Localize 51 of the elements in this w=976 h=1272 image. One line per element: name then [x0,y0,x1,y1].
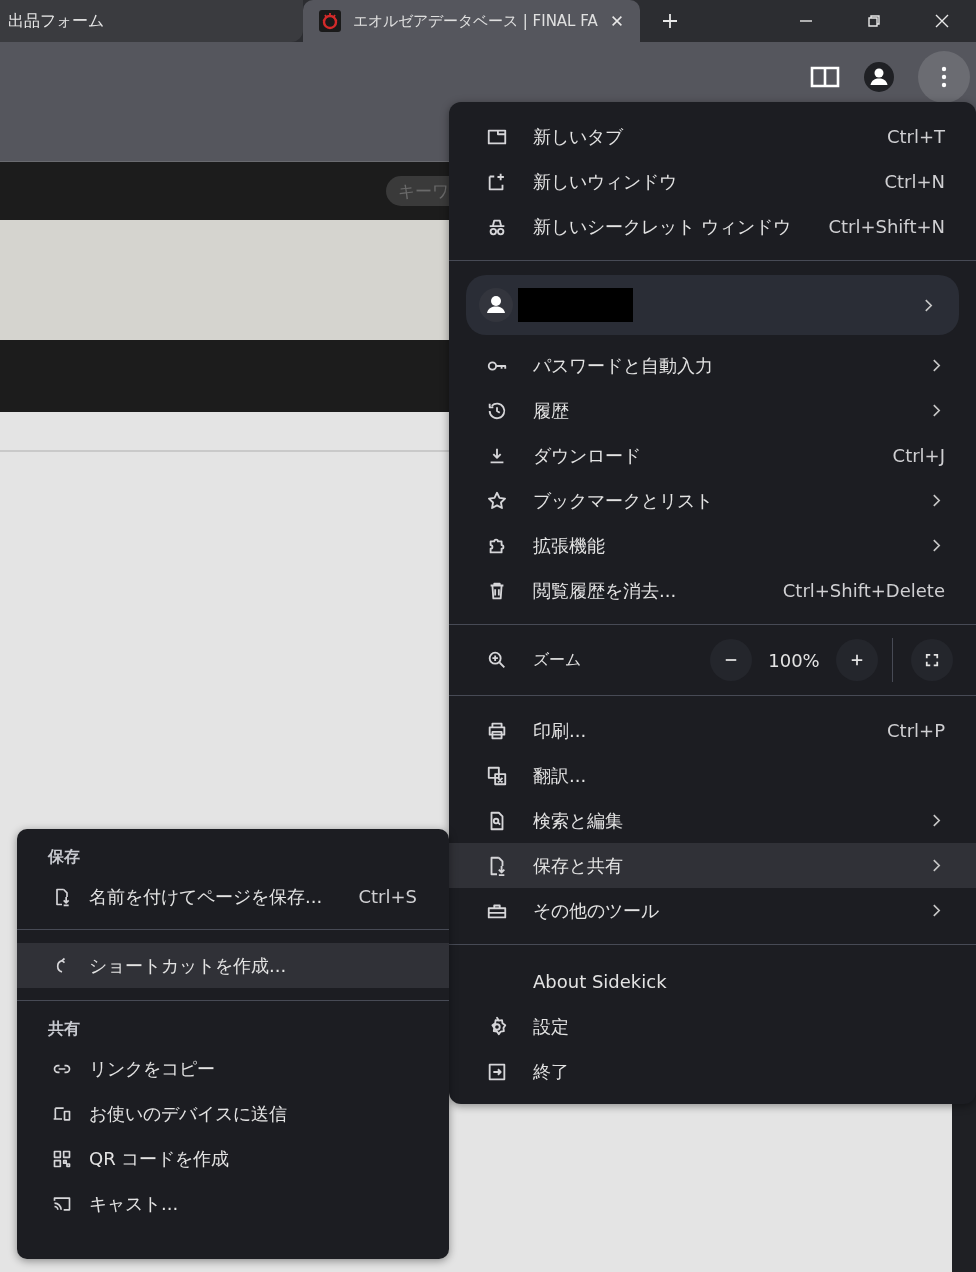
zoom-in-button[interactable] [836,639,878,681]
menu-item[interactable]: 保存と共有 [449,843,976,888]
shortcut-text: Ctrl+Shift+N [828,216,945,237]
menu-item[interactable]: 新しいウィンドウ Ctrl+N [449,159,976,204]
shortcut-text: Ctrl+N [884,171,945,192]
menu-item[interactable]: About Sidekick [449,959,976,1004]
menu-item[interactable]: 拡張機能 [449,523,976,568]
section-header: 共有 [47,1018,81,1040]
menu-item[interactable]: パスワードと自動入力 [449,343,976,388]
plus-icon [850,653,864,667]
avatar-icon [479,288,513,322]
menu-item[interactable]: 終了 [449,1049,976,1094]
section-header: 保存 [46,846,81,868]
star-icon [486,489,508,512]
menu-icon [941,66,947,88]
qr-code-icon [52,1148,72,1169]
fullscreen-button[interactable] [911,639,953,681]
new-tab-icon[interactable] [662,13,678,29]
shortcut-text: Ctrl+P [887,720,945,741]
menu-item[interactable]: ダウンロード Ctrl+J [449,433,976,478]
menu-item[interactable]: ショートカットを作成... [17,943,449,988]
menu-item[interactable]: キャスト... [17,1181,449,1226]
menu-item[interactable]: QR コードを作成 [17,1136,449,1181]
menu-item[interactable]: 履歴 [449,388,976,433]
menu-item[interactable]: リンクをコピー [17,1046,449,1091]
split-view-icon[interactable] [810,66,840,88]
zoom-label: ズーム [533,649,581,671]
menu-item[interactable]: 新しいシークレット ウィンドウ Ctrl+Shift+N [449,204,976,249]
shortcut-text: Ctrl+J [892,445,945,466]
menu-item[interactable]: 名前を付けてページを保存... Ctrl+S [17,874,449,919]
menu-item[interactable]: ブックマークとリスト [449,478,976,523]
close-icon[interactable] [934,13,950,29]
menu-item[interactable]: 閲覧履歴を消去... Ctrl+Shift+Delete [449,568,976,613]
fullscreen-icon [925,653,939,667]
shortcut-text: Ctrl+S [358,886,417,907]
browser-tab[interactable]: エオルゼアデータベース | FINAL FA [303,0,640,42]
shortcut-text: Ctrl+Shift+Delete [782,580,945,601]
menu-item[interactable]: 翻訳... [449,753,976,798]
menu-item[interactable]: 検索と編集 [449,798,976,843]
translate-icon [486,764,508,787]
zoom-level-text: 100% [767,649,821,671]
menu-item[interactable]: その他のツール [449,888,976,933]
shortcut-text: Ctrl+T [886,126,945,147]
close-tab-icon[interactable] [609,14,624,28]
menu-item[interactable]: 設定 [449,1004,976,1049]
menu-item[interactable]: お使いのデバイスに送信 [17,1091,449,1136]
restore-icon[interactable] [866,13,882,29]
avatar-icon[interactable] [864,62,894,92]
menu-item[interactable]: 印刷... Ctrl+P [449,708,976,753]
browser-tab[interactable]: 出品フォーム [0,0,303,42]
zoom-in-icon [486,649,508,671]
